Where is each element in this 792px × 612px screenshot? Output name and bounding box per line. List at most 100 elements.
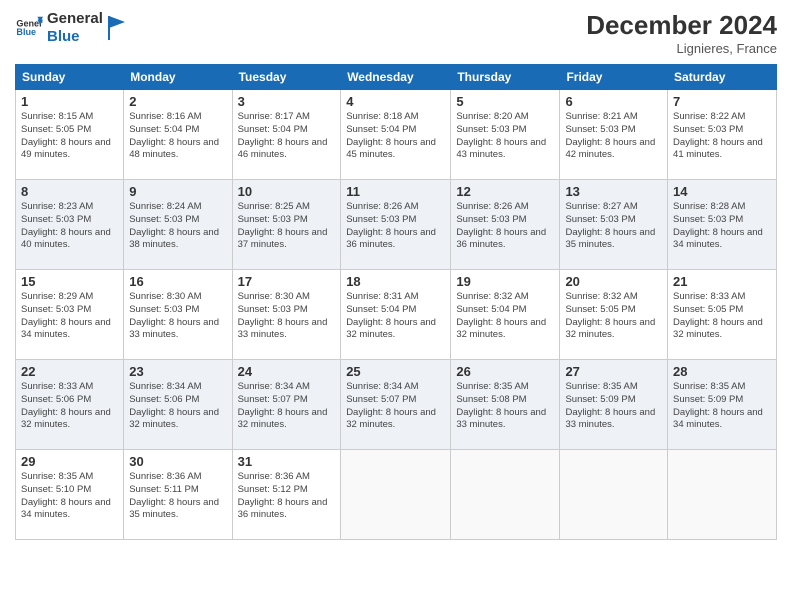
table-row: 22 Sunrise: 8:33 AM Sunset: 5:06 PM Dayl… — [16, 360, 124, 450]
table-row: 17 Sunrise: 8:30 AM Sunset: 5:03 PM Dayl… — [232, 270, 341, 360]
table-row: 18 Sunrise: 8:31 AM Sunset: 5:04 PM Dayl… — [341, 270, 451, 360]
table-row: 19 Sunrise: 8:32 AM Sunset: 5:04 PM Dayl… — [451, 270, 560, 360]
day-info: Sunrise: 8:36 AM Sunset: 5:12 PM Dayligh… — [238, 471, 336, 522]
day-number: 7 — [673, 94, 771, 109]
day-info: Sunrise: 8:32 AM Sunset: 5:05 PM Dayligh… — [565, 291, 662, 342]
table-row: 2 Sunrise: 8:16 AM Sunset: 5:04 PM Dayli… — [124, 90, 232, 180]
day-number: 26 — [456, 364, 554, 379]
table-row: 8 Sunrise: 8:23 AM Sunset: 5:03 PM Dayli… — [16, 180, 124, 270]
header: General Blue General Blue December 2024 … — [15, 10, 777, 56]
day-info: Sunrise: 8:26 AM Sunset: 5:03 PM Dayligh… — [346, 201, 445, 252]
calendar-table: Sunday Monday Tuesday Wednesday Thursday… — [15, 64, 777, 540]
day-number: 12 — [456, 184, 554, 199]
day-info: Sunrise: 8:29 AM Sunset: 5:03 PM Dayligh… — [21, 291, 118, 342]
day-number: 24 — [238, 364, 336, 379]
day-number: 19 — [456, 274, 554, 289]
day-info: Sunrise: 8:30 AM Sunset: 5:03 PM Dayligh… — [129, 291, 226, 342]
table-row: 3 Sunrise: 8:17 AM Sunset: 5:04 PM Dayli… — [232, 90, 341, 180]
day-info: Sunrise: 8:34 AM Sunset: 5:07 PM Dayligh… — [346, 381, 445, 432]
table-row: 26 Sunrise: 8:35 AM Sunset: 5:08 PM Dayl… — [451, 360, 560, 450]
day-number: 25 — [346, 364, 445, 379]
day-info: Sunrise: 8:33 AM Sunset: 5:05 PM Dayligh… — [673, 291, 771, 342]
day-info: Sunrise: 8:20 AM Sunset: 5:03 PM Dayligh… — [456, 111, 554, 162]
logo: General Blue General Blue — [15, 10, 127, 46]
table-row: 14 Sunrise: 8:28 AM Sunset: 5:03 PM Dayl… — [668, 180, 777, 270]
table-row: 15 Sunrise: 8:29 AM Sunset: 5:03 PM Dayl… — [16, 270, 124, 360]
day-number: 16 — [129, 274, 226, 289]
logo-blue: Blue — [47, 28, 103, 46]
calendar-week-row: 22 Sunrise: 8:33 AM Sunset: 5:06 PM Dayl… — [16, 360, 777, 450]
table-row — [451, 450, 560, 540]
table-row: 23 Sunrise: 8:34 AM Sunset: 5:06 PM Dayl… — [124, 360, 232, 450]
day-info: Sunrise: 8:28 AM Sunset: 5:03 PM Dayligh… — [673, 201, 771, 252]
day-info: Sunrise: 8:16 AM Sunset: 5:04 PM Dayligh… — [129, 111, 226, 162]
table-row: 9 Sunrise: 8:24 AM Sunset: 5:03 PM Dayli… — [124, 180, 232, 270]
day-info: Sunrise: 8:35 AM Sunset: 5:09 PM Dayligh… — [565, 381, 662, 432]
day-number: 22 — [21, 364, 118, 379]
header-wednesday: Wednesday — [341, 65, 451, 90]
table-row — [341, 450, 451, 540]
day-info: Sunrise: 8:15 AM Sunset: 5:05 PM Dayligh… — [21, 111, 118, 162]
svg-text:Blue: Blue — [16, 27, 36, 37]
header-tuesday: Tuesday — [232, 65, 341, 90]
day-info: Sunrise: 8:17 AM Sunset: 5:04 PM Dayligh… — [238, 111, 336, 162]
table-row: 20 Sunrise: 8:32 AM Sunset: 5:05 PM Dayl… — [560, 270, 668, 360]
table-row: 10 Sunrise: 8:25 AM Sunset: 5:03 PM Dayl… — [232, 180, 341, 270]
day-number: 13 — [565, 184, 662, 199]
table-row: 16 Sunrise: 8:30 AM Sunset: 5:03 PM Dayl… — [124, 270, 232, 360]
day-info: Sunrise: 8:26 AM Sunset: 5:03 PM Dayligh… — [456, 201, 554, 252]
logo-general: General — [47, 10, 103, 28]
day-info: Sunrise: 8:18 AM Sunset: 5:04 PM Dayligh… — [346, 111, 445, 162]
header-monday: Monday — [124, 65, 232, 90]
day-info: Sunrise: 8:34 AM Sunset: 5:07 PM Dayligh… — [238, 381, 336, 432]
day-info: Sunrise: 8:35 AM Sunset: 5:10 PM Dayligh… — [21, 471, 118, 522]
table-row: 13 Sunrise: 8:27 AM Sunset: 5:03 PM Dayl… — [560, 180, 668, 270]
table-row: 28 Sunrise: 8:35 AM Sunset: 5:09 PM Dayl… — [668, 360, 777, 450]
table-row: 1 Sunrise: 8:15 AM Sunset: 5:05 PM Dayli… — [16, 90, 124, 180]
table-row: 27 Sunrise: 8:35 AM Sunset: 5:09 PM Dayl… — [560, 360, 668, 450]
day-info: Sunrise: 8:31 AM Sunset: 5:04 PM Dayligh… — [346, 291, 445, 342]
table-row — [560, 450, 668, 540]
header-thursday: Thursday — [451, 65, 560, 90]
table-row: 11 Sunrise: 8:26 AM Sunset: 5:03 PM Dayl… — [341, 180, 451, 270]
table-row: 21 Sunrise: 8:33 AM Sunset: 5:05 PM Dayl… — [668, 270, 777, 360]
day-number: 5 — [456, 94, 554, 109]
day-number: 3 — [238, 94, 336, 109]
table-row: 12 Sunrise: 8:26 AM Sunset: 5:03 PM Dayl… — [451, 180, 560, 270]
day-info: Sunrise: 8:35 AM Sunset: 5:09 PM Dayligh… — [673, 381, 771, 432]
table-row: 7 Sunrise: 8:22 AM Sunset: 5:03 PM Dayli… — [668, 90, 777, 180]
day-info: Sunrise: 8:36 AM Sunset: 5:11 PM Dayligh… — [129, 471, 226, 522]
logo-flag-icon — [107, 14, 127, 42]
day-number: 31 — [238, 454, 336, 469]
table-row: 5 Sunrise: 8:20 AM Sunset: 5:03 PM Dayli… — [451, 90, 560, 180]
day-info: Sunrise: 8:34 AM Sunset: 5:06 PM Dayligh… — [129, 381, 226, 432]
day-info: Sunrise: 8:33 AM Sunset: 5:06 PM Dayligh… — [21, 381, 118, 432]
calendar-week-row: 8 Sunrise: 8:23 AM Sunset: 5:03 PM Dayli… — [16, 180, 777, 270]
day-number: 23 — [129, 364, 226, 379]
day-info: Sunrise: 8:30 AM Sunset: 5:03 PM Dayligh… — [238, 291, 336, 342]
table-row — [668, 450, 777, 540]
day-info: Sunrise: 8:35 AM Sunset: 5:08 PM Dayligh… — [456, 381, 554, 432]
header-sunday: Sunday — [16, 65, 124, 90]
day-number: 28 — [673, 364, 771, 379]
day-number: 6 — [565, 94, 662, 109]
day-number: 1 — [21, 94, 118, 109]
table-row: 25 Sunrise: 8:34 AM Sunset: 5:07 PM Dayl… — [341, 360, 451, 450]
calendar-week-row: 1 Sunrise: 8:15 AM Sunset: 5:05 PM Dayli… — [16, 90, 777, 180]
day-info: Sunrise: 8:24 AM Sunset: 5:03 PM Dayligh… — [129, 201, 226, 252]
table-row: 6 Sunrise: 8:21 AM Sunset: 5:03 PM Dayli… — [560, 90, 668, 180]
day-number: 15 — [21, 274, 118, 289]
table-row: 24 Sunrise: 8:34 AM Sunset: 5:07 PM Dayl… — [232, 360, 341, 450]
day-number: 9 — [129, 184, 226, 199]
calendar-header-row: Sunday Monday Tuesday Wednesday Thursday… — [16, 65, 777, 90]
day-number: 4 — [346, 94, 445, 109]
day-info: Sunrise: 8:32 AM Sunset: 5:04 PM Dayligh… — [456, 291, 554, 342]
day-number: 2 — [129, 94, 226, 109]
calendar-week-row: 29 Sunrise: 8:35 AM Sunset: 5:10 PM Dayl… — [16, 450, 777, 540]
title-section: December 2024 Lignieres, France — [586, 10, 777, 56]
header-saturday: Saturday — [668, 65, 777, 90]
day-info: Sunrise: 8:21 AM Sunset: 5:03 PM Dayligh… — [565, 111, 662, 162]
table-row: 4 Sunrise: 8:18 AM Sunset: 5:04 PM Dayli… — [341, 90, 451, 180]
day-number: 14 — [673, 184, 771, 199]
day-number: 20 — [565, 274, 662, 289]
